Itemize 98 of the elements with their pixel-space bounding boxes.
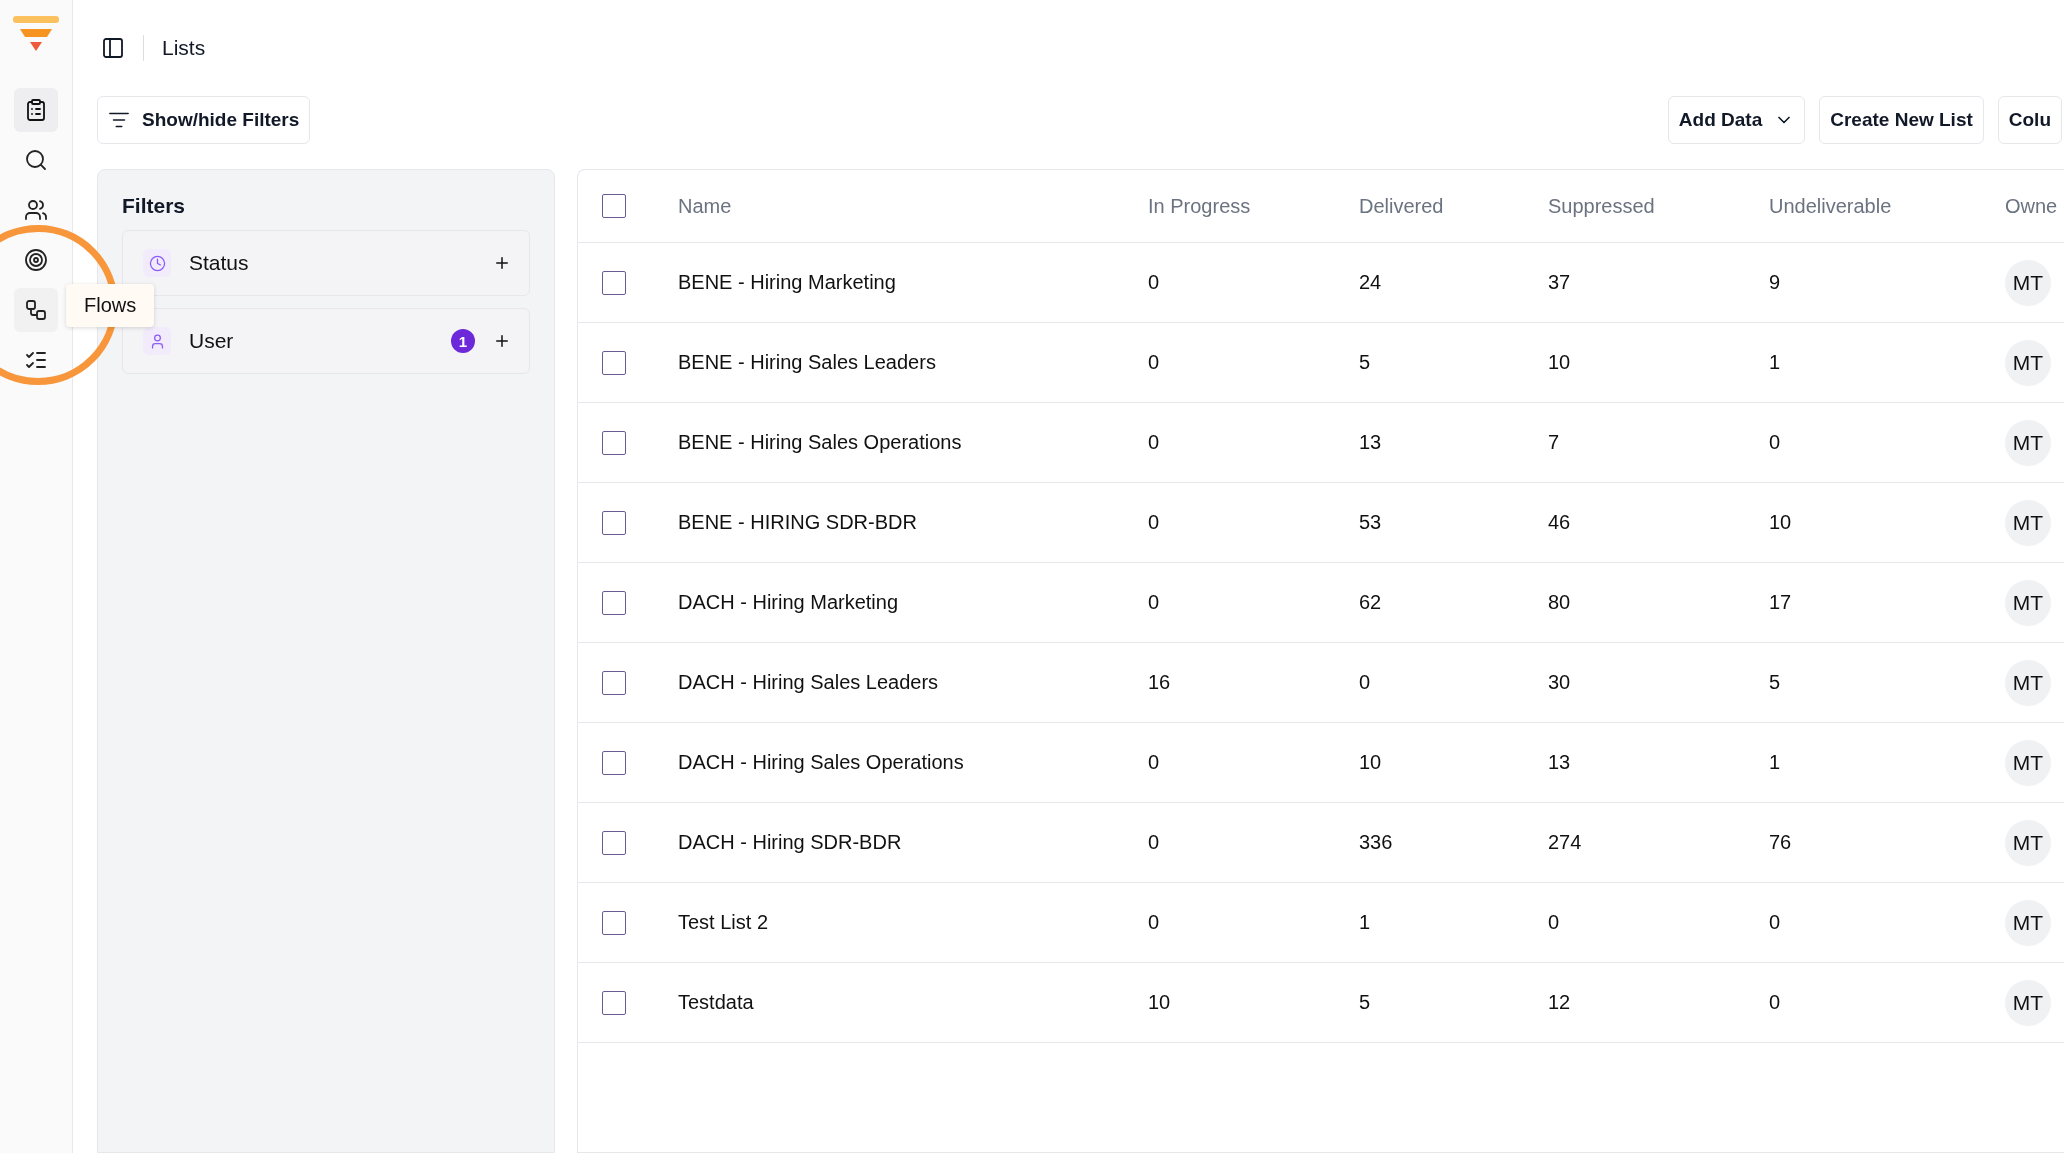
plus-icon: [493, 254, 511, 272]
column-header[interactable]: Delivered: [1359, 194, 1548, 218]
page-title: Lists: [162, 35, 206, 60]
column-header[interactable]: Owne: [2005, 194, 2064, 218]
row-checkbox[interactable]: [602, 990, 626, 1015]
target-icon: [24, 248, 48, 272]
table-cell-text: 9: [1769, 271, 1782, 294]
table-cell-text: 0: [1769, 991, 1782, 1014]
clock-icon: [143, 249, 171, 277]
select-all-checkbox[interactable]: [602, 194, 626, 218]
owner-avatar: MT: [2005, 419, 2051, 466]
table-cell-text: 10: [1769, 511, 1793, 534]
owner-avatar: MT: [2005, 819, 2051, 866]
table-cell-text: 274: [1548, 831, 1583, 854]
search-icon: [24, 148, 48, 172]
table-cell-text: 0: [1148, 351, 1161, 374]
table-cell-text: BENE - Hiring Sales Leaders: [678, 351, 937, 374]
table-cell-text: 336: [1359, 831, 1394, 854]
table-cell-text: 37: [1548, 271, 1572, 294]
table-cell-text: 1: [1769, 351, 1782, 374]
user-icon: [143, 327, 171, 355]
table-cell-text: 10: [1548, 351, 1572, 374]
column-header[interactable]: In Progress: [1148, 194, 1359, 218]
table-cell-text: 0: [1148, 751, 1161, 774]
row-checkbox[interactable]: [602, 750, 626, 775]
table-cell-text: Test List 2: [678, 911, 770, 934]
table-cell-text: 13: [1548, 751, 1572, 774]
row-checkbox[interactable]: [602, 590, 626, 615]
plus-icon: [493, 332, 511, 350]
table-cell-text: 13: [1359, 431, 1383, 454]
owner-avatar: MT: [2005, 739, 2051, 786]
nav-button[interactable]: [14, 288, 58, 332]
table-cell-text: 30: [1548, 671, 1572, 694]
table-cell-text: 0: [1148, 271, 1161, 294]
table-cell-text: 1: [1359, 911, 1372, 934]
sidebar-toggle-icon[interactable]: [101, 35, 125, 60]
table-cell-text: 0: [1148, 431, 1161, 454]
table-cell-text: 76: [1769, 831, 1793, 854]
table-cell-text: 53: [1359, 511, 1383, 534]
table-cell-text: 0: [1148, 511, 1161, 534]
owner-avatar: MT: [2005, 259, 2051, 306]
table-cell-text: 5: [1359, 991, 1372, 1014]
table-cell-text: 0: [1769, 911, 1782, 934]
count-badge: 1: [451, 329, 475, 353]
table-cell-text: 7: [1548, 431, 1561, 454]
owner-avatar: MT: [2005, 499, 2051, 546]
filter-toggle-button[interactable]: Show/hide Filters: [97, 96, 311, 144]
table-cell-text: BENE - Hiring Sales Operations: [678, 431, 963, 454]
column-header[interactable]: Undeliverable: [1769, 194, 2005, 218]
column-header[interactable]: Suppressed: [1548, 194, 1769, 218]
table-cell-text: 0: [1148, 911, 1161, 934]
row-checkbox[interactable]: [602, 350, 626, 375]
clipboard-icon: [24, 98, 48, 122]
owner-avatar: MT: [2005, 979, 2051, 1026]
table-cell-text: 80: [1548, 591, 1572, 614]
row-checkbox[interactable]: [602, 830, 626, 855]
table-cell-text: DACH - Hiring Sales Operations: [678, 751, 965, 774]
table-cell-text: 16: [1148, 671, 1172, 694]
table-cell-text: 5: [1359, 351, 1372, 374]
nav-button[interactable]: [14, 88, 58, 132]
table-cell-text: 1: [1769, 751, 1782, 774]
row-checkbox[interactable]: [602, 270, 626, 295]
dropdown-button[interactable]: Add Data: [1667, 96, 1806, 144]
toolbar-button[interactable]: Create New List: [1819, 96, 1984, 144]
table-cell-text: 0: [1148, 831, 1161, 854]
table-cell-text: 46: [1548, 511, 1572, 534]
table-cell-text: 0: [1548, 911, 1561, 934]
table-cell-text: DACH - Hiring Sales Leaders: [678, 671, 940, 694]
table-cell-text: BENE - Hiring Marketing: [678, 271, 897, 294]
toolbar-button[interactable]: Colu: [1997, 96, 2062, 144]
table-cell-text: Testdata: [678, 991, 755, 1014]
filters-title: Filters: [122, 194, 187, 218]
table-cell-text: 0: [1359, 671, 1372, 694]
users-icon: [24, 198, 48, 222]
row-checkbox[interactable]: [602, 670, 626, 695]
tooltip: Flows: [66, 284, 155, 327]
table-cell-text: 24: [1359, 271, 1383, 294]
table-cell-text: 12: [1548, 991, 1572, 1014]
row-checkbox[interactable]: [602, 910, 626, 935]
column-header[interactable]: Name: [678, 194, 1148, 218]
table-cell-text: BENE - HIRING SDR-BDR: [678, 511, 918, 534]
row-checkbox[interactable]: [602, 510, 626, 535]
owner-avatar: MT: [2005, 899, 2051, 946]
table-cell-text: 10: [1148, 991, 1172, 1014]
table-cell-text: 10: [1359, 751, 1383, 774]
owner-avatar: MT: [2005, 579, 2051, 626]
table-cell-text: DACH - Hiring SDR-BDR: [678, 831, 903, 854]
table-cell-text: 17: [1769, 591, 1793, 614]
table-cell-text: DACH - Hiring Marketing: [678, 591, 900, 614]
owner-avatar: MT: [2005, 659, 2051, 706]
table-cell-text: 0: [1769, 431, 1782, 454]
row-checkbox[interactable]: [602, 430, 626, 455]
table-cell-text: 62: [1359, 591, 1383, 614]
owner-avatar: MT: [2005, 339, 2051, 386]
filter-item[interactable]: Status: [122, 230, 530, 296]
table-cell-text: 5: [1769, 671, 1782, 694]
table-cell-text: 0: [1148, 591, 1161, 614]
flow-icon: [24, 298, 48, 322]
